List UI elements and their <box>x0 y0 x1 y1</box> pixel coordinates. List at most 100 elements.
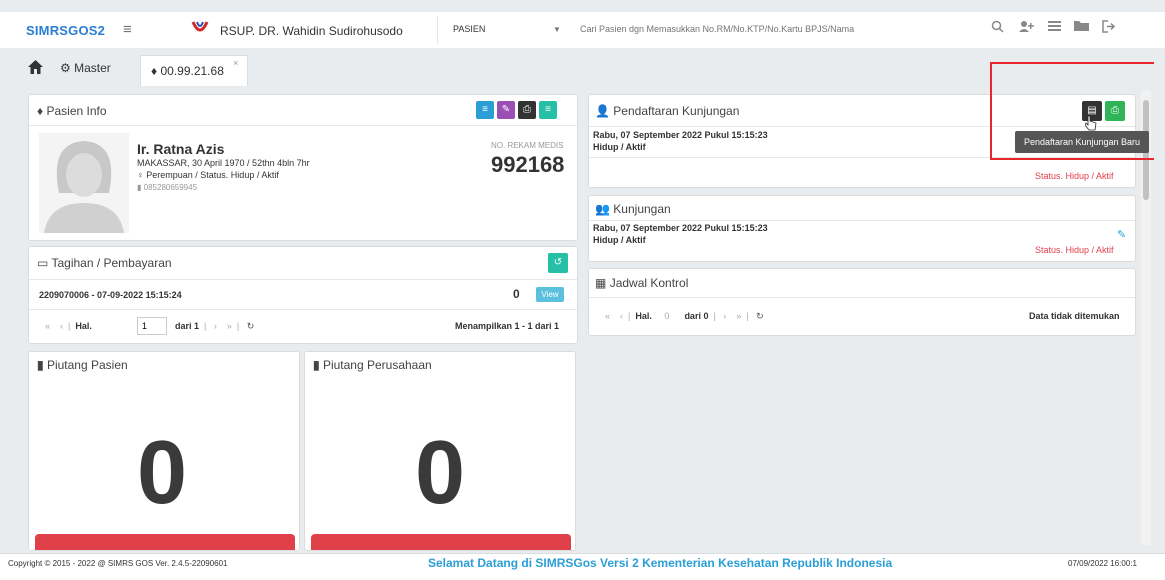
jadwal-pager: « ‹ | Hal. 0 dari 0 | › » | ↻ <box>605 311 764 321</box>
patient-gender-status-text: Perempuan / Status. Hidup / Aktif <box>146 170 279 180</box>
gears-icon: ⚙ <box>60 61 71 75</box>
pendaftaran-date: Rabu, 07 September 2022 Pukul 15:15:23 <box>593 130 768 140</box>
billing-header: ▭ Tagihan / Pembayaran <box>37 256 172 270</box>
piutang-perusahaan-panel: ▮ Piutang Perusahaan 0 <box>304 351 576 551</box>
person-icon: ♦ <box>151 64 158 78</box>
kunjungan-status: Status. Hidup / Aktif <box>1035 245 1114 255</box>
add-user-icon: 👤 <box>595 104 610 118</box>
first-page-icon[interactable]: « <box>605 311 610 321</box>
hal-label: Hal. <box>635 311 652 321</box>
phone-icon: ▮ <box>137 183 142 192</box>
footer: Copyright © 2015 - 2022 @ SIMRS GOS Ver.… <box>0 553 1165 580</box>
of-label: dari 1 <box>175 321 200 331</box>
next-page-icon[interactable]: › <box>723 311 726 321</box>
copyright: Copyright © 2015 - 2022 @ SIMRS GOS Ver.… <box>8 559 228 568</box>
welcome-marquee: Selamat Datang di SIMRSGos Versi 2 Kemen… <box>428 556 893 570</box>
patient-phone: ▮ 085280659945 <box>137 183 197 192</box>
hospital-name: RSUP. DR. Wahidin Sudirohusodo <box>220 24 403 38</box>
top-bar: SIMRSGOS2 ≡ RSUP. DR. Wahidin Sudirohuso… <box>0 12 1165 48</box>
logout-icon[interactable] <box>1100 20 1118 38</box>
print-button[interactable]: ⎙ <box>518 101 536 119</box>
kunjungan-date: Rabu, 07 September 2022 Pukul 15:15:23 <box>593 223 768 233</box>
jadwal-empty: Data tidak ditemukan <box>1029 311 1120 321</box>
prev-page-icon[interactable]: ‹ <box>60 321 63 331</box>
kunjungan-header: 👥 Kunjungan <box>595 202 671 216</box>
billing-pager: « ‹ | Hal. <box>45 321 92 331</box>
prev-page-icon[interactable]: ‹ <box>620 311 623 321</box>
menu-button[interactable]: ≡ <box>539 101 557 119</box>
tab-master[interactable]: ⚙ Master <box>60 61 111 75</box>
search-icon[interactable] <box>988 20 1006 38</box>
page-number[interactable]: 0 <box>664 311 669 321</box>
calendar-icon: ▦ <box>595 276 607 290</box>
tooltip: Pendaftaran Kunjungan Baru <box>1015 131 1149 153</box>
edit-icon[interactable]: ✎ <box>1117 228 1126 241</box>
page-input[interactable] <box>137 317 167 335</box>
menu-icon[interactable]: ≡ <box>123 21 132 38</box>
list-button[interactable]: ≡ <box>476 101 494 119</box>
billing-row[interactable]: 2209070006 - 07-09-2022 15:15:24 <box>39 290 182 300</box>
hal-label: Hal. <box>75 321 92 331</box>
search-category-select[interactable]: PASIEN ▼ <box>447 17 567 43</box>
patient-name: Ir. Ratna Azis <box>137 141 225 157</box>
patient-info-header: ♦ Pasien Info <box>37 104 107 118</box>
jadwal-header: ▦ Jadwal Kontrol <box>595 276 688 290</box>
last-page-icon[interactable]: » <box>227 321 232 331</box>
home-icon[interactable] <box>28 60 43 77</box>
edit-button[interactable]: ✎ <box>497 101 515 119</box>
refresh-icon[interactable]: ↻ <box>247 321 255 331</box>
pendaftaran-title: Pendaftaran Kunjungan <box>613 104 740 118</box>
first-page-icon[interactable]: « <box>45 321 50 331</box>
person-icon: ♦ <box>37 104 44 118</box>
billing-amount: 0 <box>513 287 520 301</box>
close-icon[interactable]: × <box>233 58 238 68</box>
rm-label: NO. REKAM MEDIS <box>491 141 564 150</box>
piutang-pasien-value: 0 <box>137 423 188 523</box>
patient-info-title: Pasien Info <box>46 104 107 118</box>
view-button[interactable]: View <box>536 287 564 302</box>
piutang-pasien-title: Piutang Pasien <box>46 358 128 372</box>
female-icon: ♀ <box>137 170 144 180</box>
patient-phone-text: 085280659945 <box>143 183 198 192</box>
piutang-perusahaan-title: Piutang Perusahaan <box>322 358 432 372</box>
pendaftaran-status-line: Hidup / Aktif <box>593 142 646 152</box>
avatar <box>39 133 129 233</box>
hospital-logo-icon <box>191 21 209 32</box>
receipt-icon: ▮ <box>37 358 44 372</box>
jadwal-panel: ▦ Jadwal Kontrol « ‹ | Hal. 0 dari 0 | ›… <box>588 268 1136 336</box>
add-user-icon[interactable] <box>1017 20 1035 38</box>
jadwal-title: Jadwal Kontrol <box>609 276 689 290</box>
piutang-perusahaan-header: ▮ Piutang Perusahaan <box>313 358 432 372</box>
pendaftaran-header: 👤 Pendaftaran Kunjungan <box>595 104 739 118</box>
folder-icon[interactable] <box>1072 20 1090 38</box>
billing-title: Tagihan / Pembayaran <box>51 256 172 270</box>
search-input[interactable] <box>580 24 940 34</box>
credit-card-icon: ▭ <box>37 256 49 270</box>
last-page-icon[interactable]: » <box>736 311 741 321</box>
cursor-icon <box>1085 115 1097 131</box>
kunjungan-status-line: Hidup / Aktif <box>593 235 646 245</box>
search-category-value: PASIEN <box>453 24 486 34</box>
chevron-down-icon: ▼ <box>553 25 561 34</box>
billing-pager-right: dari 1 | › » | ↻ <box>175 321 255 331</box>
piutang-pasien-header: ▮ Piutang Pasien <box>37 358 128 372</box>
of-label: dari 0 <box>684 311 709 321</box>
app-logo[interactable]: SIMRSGOS2 <box>26 23 105 38</box>
rm-number: 992168 <box>491 152 565 177</box>
tab-patient[interactable]: ♦ 00.99.21.68 × <box>140 55 248 86</box>
kunjungan-panel: 👥 Kunjungan Rabu, 07 September 2022 Puku… <box>588 195 1136 262</box>
piutang-pasien-button[interactable] <box>35 534 295 550</box>
piutang-perusahaan-button[interactable] <box>311 534 571 550</box>
users-icon: 👥 <box>595 202 610 216</box>
pendaftaran-status: Status. Hidup / Aktif <box>1035 171 1114 181</box>
next-page-icon[interactable]: › <box>214 321 217 331</box>
tab-master-label: Master <box>74 61 111 75</box>
list-icon[interactable] <box>1045 20 1063 38</box>
footer-datetime: 07/09/2022 16:00:1 <box>1068 559 1137 568</box>
billing-panel: ▭ Tagihan / Pembayaran ↺ 2209070006 - 07… <box>28 246 578 344</box>
patient-gender-status: ♀ Perempuan / Status. Hidup / Aktif <box>137 170 279 180</box>
hospital-header: RSUP. DR. Wahidin Sudirohusodo <box>148 16 438 44</box>
billing-showing: Menampilkan 1 - 1 dari 1 <box>455 321 560 331</box>
refresh-icon[interactable]: ↻ <box>756 311 764 321</box>
history-button[interactable]: ↺ <box>548 253 568 273</box>
